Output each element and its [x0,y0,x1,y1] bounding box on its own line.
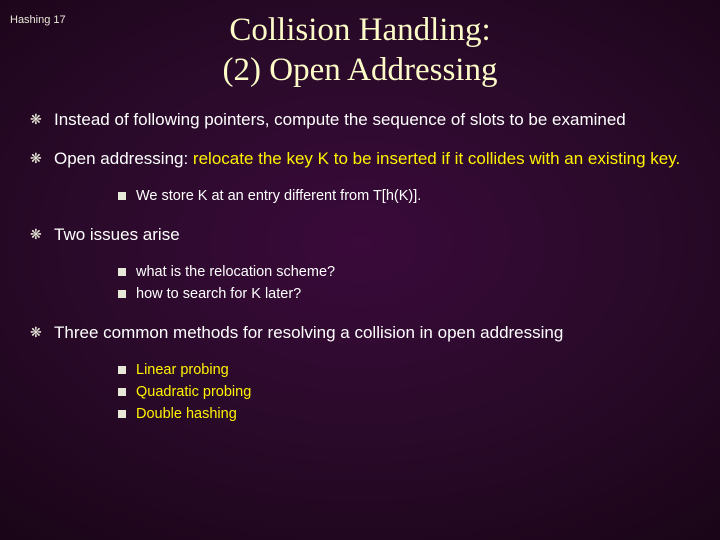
sub-item: how to search for K later? [118,285,690,304]
slide-content: ❋ Instead of following pointers, compute… [0,91,720,424]
square-icon [118,290,126,298]
bullet-item: ❋ Instead of following pointers, compute… [30,109,690,130]
sub-item: Double hashing [118,405,690,424]
bullet-text: Open addressing: relocate the key K to b… [54,148,690,169]
bullet-highlight: relocate the key K to be inserted if it … [193,149,680,168]
star-icon: ❋ [30,148,54,168]
sub-list: Linear probing Quadratic probing Double … [118,361,690,424]
sub-text: what is the relocation scheme? [136,263,335,282]
square-icon [118,192,126,200]
title-line-1: Collision Handling: [229,12,490,48]
sub-item: Linear probing [118,361,690,380]
square-icon [118,410,126,418]
slide-title: Collision Handling: (2) Open Addressing [0,0,720,91]
square-icon [118,388,126,396]
bullet-text: Instead of following pointers, compute t… [54,109,690,130]
star-icon: ❋ [30,109,54,129]
slide: Hashing 17 Collision Handling: (2) Open … [0,0,720,540]
square-icon [118,366,126,374]
bullet-prefix: Open addressing: [54,149,193,168]
square-icon [118,268,126,276]
sub-item: Quadratic probing [118,383,690,402]
star-icon: ❋ [30,224,54,244]
sub-text: how to search for K later? [136,285,301,304]
sub-text: Double hashing [136,405,237,424]
page-label: Hashing 17 [10,14,66,26]
sub-list: We store K at an entry different from T[… [118,187,690,206]
sub-text: Quadratic probing [136,383,251,402]
bullet-text: Two issues arise [54,224,690,245]
sub-item: what is the relocation scheme? [118,263,690,282]
sub-list: what is the relocation scheme? how to se… [118,263,690,304]
title-line-2: (2) Open Addressing [223,52,498,88]
sub-text: We store K at an entry different from T[… [136,187,421,206]
sub-item: We store K at an entry different from T[… [118,187,690,206]
bullet-item: ❋ Two issues arise [30,224,690,245]
star-icon: ❋ [30,322,54,342]
bullet-item: ❋ Open addressing: relocate the key K to… [30,148,690,169]
bullet-item: ❋ Three common methods for resolving a c… [30,322,690,343]
bullet-text: Three common methods for resolving a col… [54,322,690,343]
sub-text: Linear probing [136,361,229,380]
